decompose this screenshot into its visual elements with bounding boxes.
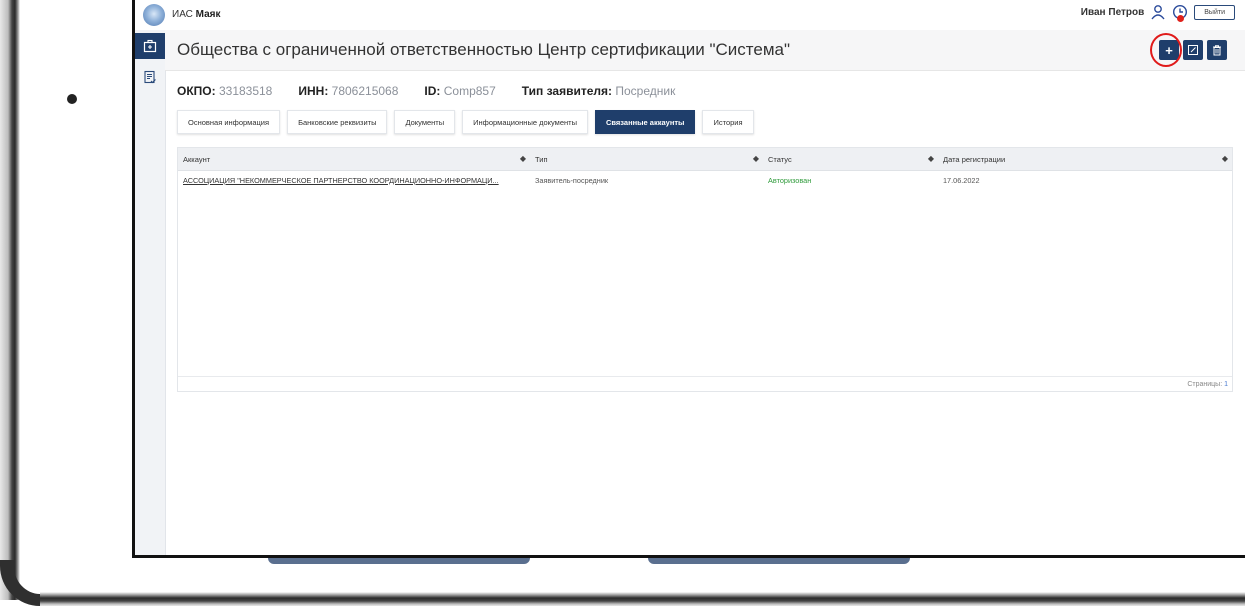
user-icon[interactable] — [1150, 4, 1166, 20]
column-header-type[interactable]: Тип ◆ — [530, 148, 763, 170]
top-bar: ИАС Маяк Иван Петров Выйти — [135, 0, 1245, 30]
page-title: Общества с ограниченной ответственностью… — [177, 40, 791, 59]
tab-info-documents[interactable]: Информационные документы — [462, 110, 588, 134]
sort-icon[interactable]: ◆ — [1222, 154, 1228, 163]
table-row[interactable]: АССОЦИАЦИЯ "НЕКОММЕРЧЕСКОЕ ПАРТНЕРСТВО К… — [178, 171, 1232, 189]
background-tab-shadow — [268, 558, 530, 564]
account-link[interactable]: АССОЦИАЦИЯ "НЕКОММЕРЧЕСКОЕ ПАРТНЕРСТВО К… — [183, 176, 499, 185]
linked-accounts-table: Аккаунт ◆ Тип ◆ Статус ◆ Дата регистраци… — [177, 147, 1233, 392]
cell-type: Заявитель-посредник — [535, 175, 609, 185]
cell-registration-date: 17.06.2022 — [943, 175, 980, 185]
info-okpo: ОКПО: 33183518 — [177, 84, 273, 98]
info-inn: ИНН: 7806215068 — [298, 84, 399, 98]
tab-linked-accounts[interactable]: Связанные аккаунты — [594, 110, 696, 134]
sidebar — [135, 30, 166, 555]
document-check-icon — [143, 70, 157, 84]
tab-documents[interactable]: Документы — [394, 110, 456, 134]
tab-bank-details[interactable]: Банковские реквизиты — [287, 110, 388, 134]
delete-button[interactable] — [1207, 40, 1227, 60]
notification-dot — [1177, 15, 1184, 22]
sort-icon[interactable]: ◆ — [753, 154, 759, 163]
column-header-account[interactable]: Аккаунт ◆ — [178, 148, 530, 170]
sort-icon[interactable]: ◆ — [928, 154, 934, 163]
background-tab-shadow — [648, 558, 910, 564]
user-area: Иван Петров Выйти — [1081, 4, 1235, 20]
sort-icon[interactable]: ◆ — [520, 154, 526, 163]
device-frame-left — [0, 0, 20, 600]
sidebar-item-documents[interactable] — [135, 64, 165, 90]
logout-button[interactable]: Выйти — [1194, 4, 1235, 20]
brand-name: Маяк — [195, 9, 221, 20]
trash-icon — [1211, 44, 1223, 56]
pagination-label: Страницы: — [1187, 381, 1223, 388]
user-name: Иван Петров — [1080, 6, 1145, 18]
highlight-annotation — [1150, 33, 1182, 67]
title-bar: Общества с ограниченной ответственностью… — [165, 30, 1245, 71]
column-header-registration-date[interactable]: Дата регистрации ◆ — [938, 148, 1232, 170]
info-id: ID: Comp857 — [424, 84, 496, 98]
table-footer-divider — [178, 376, 1232, 377]
tab-history[interactable]: История — [702, 110, 754, 134]
column-header-status[interactable]: Статус ◆ — [763, 148, 938, 170]
app-logo[interactable] — [143, 4, 165, 26]
app-brand: ИАС Маяк — [172, 9, 221, 20]
edit-icon — [1187, 44, 1199, 56]
info-applicant-type: Тип заявителя: Посредник — [521, 84, 676, 98]
sidebar-item-organizations[interactable] — [135, 33, 165, 59]
table-header: Аккаунт ◆ Тип ◆ Статус ◆ Дата регистраци… — [178, 148, 1232, 171]
device-camera — [67, 94, 77, 104]
briefcase-icon — [143, 39, 157, 53]
tab-main-info[interactable]: Основная информация — [177, 110, 281, 134]
page-link[interactable]: 1 — [1224, 381, 1228, 388]
brand-prefix: ИАС — [172, 9, 193, 20]
edit-button[interactable] — [1183, 40, 1203, 60]
pagination: Страницы: 1 — [1187, 381, 1228, 388]
tab-bar: Основная информация Банковские реквизиты… — [177, 110, 754, 134]
organization-info: ОКПО: 33183518 ИНН: 7806215068 ID: Comp8… — [177, 84, 675, 98]
cell-account[interactable]: АССОЦИАЦИЯ "НЕКОММЕРЧЕСКОЕ ПАРТНЕРСТВО К… — [178, 171, 530, 189]
cell-status: Авторизован — [768, 175, 812, 185]
device-frame-bottom — [40, 592, 1245, 606]
app-window: ИАС Маяк Иван Петров Выйти Общества с ог… — [132, 0, 1245, 558]
